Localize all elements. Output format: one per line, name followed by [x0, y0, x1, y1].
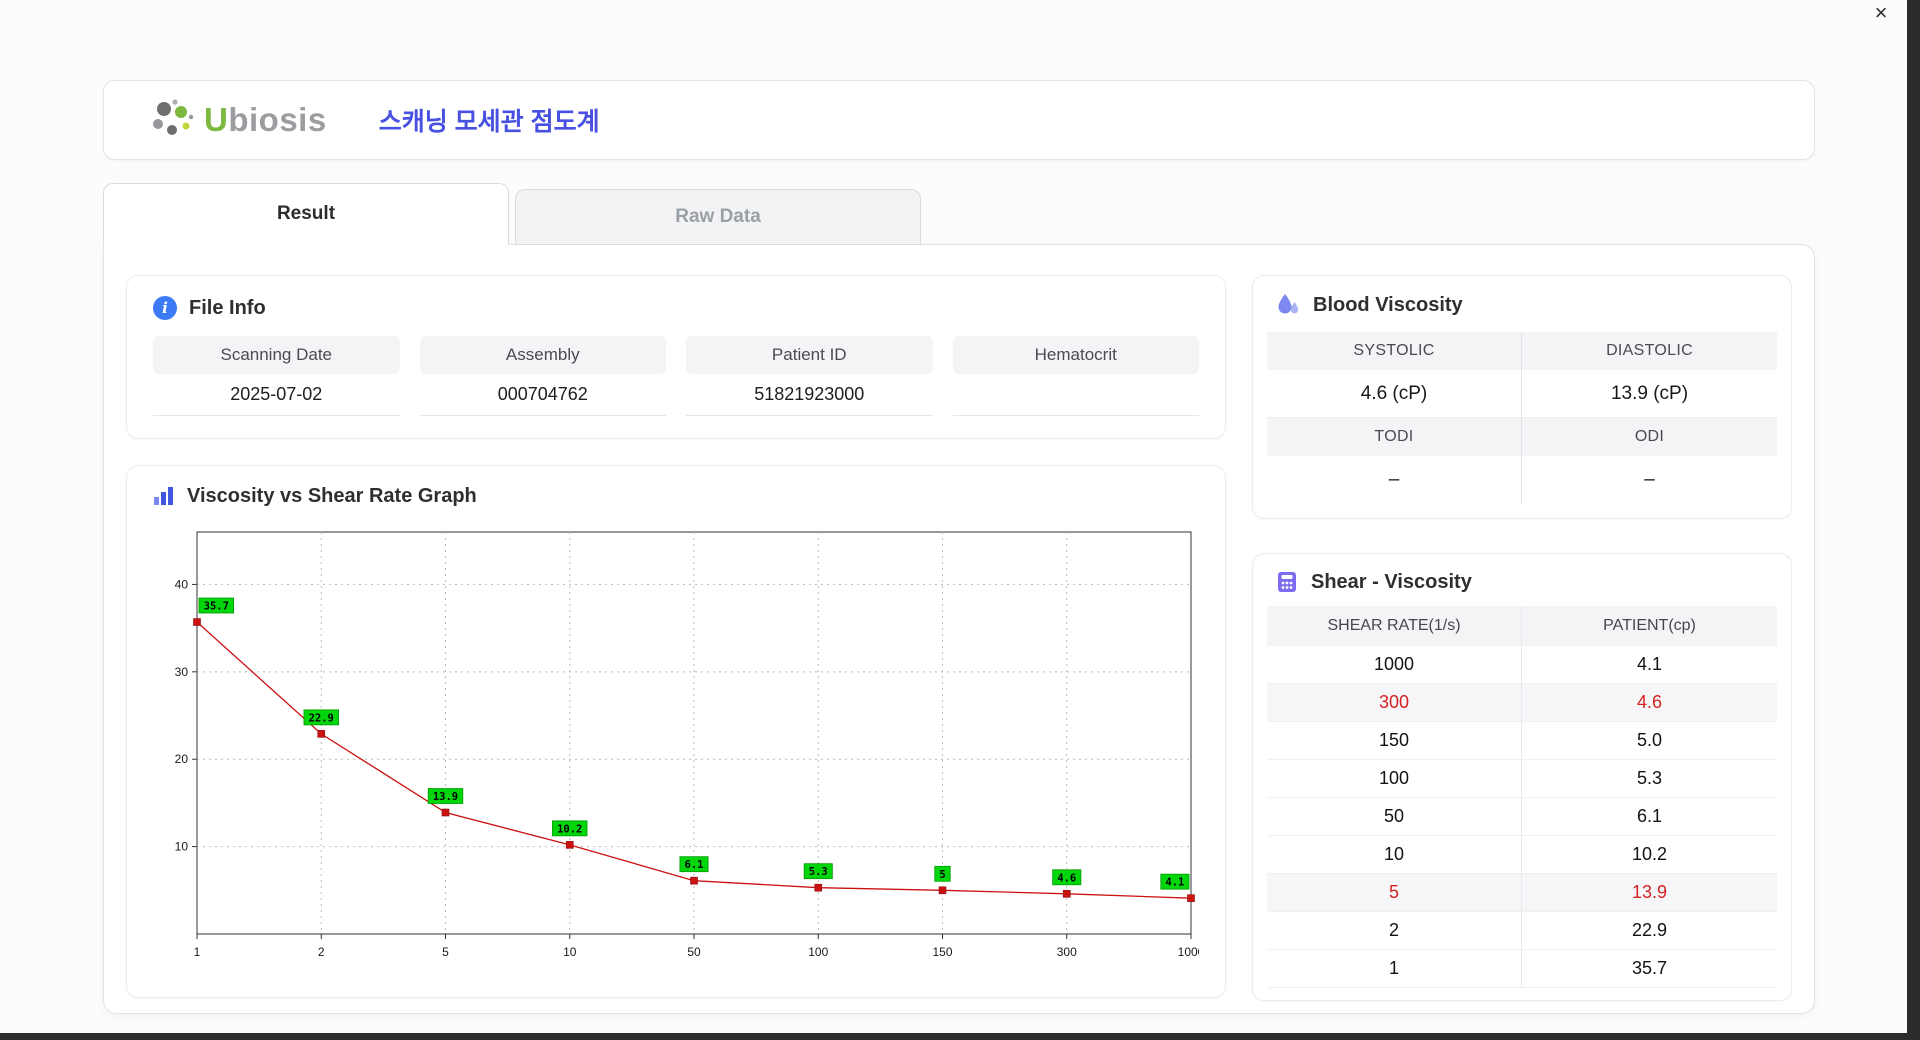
- table-cell-patient: 6.1: [1522, 798, 1777, 836]
- graph-panel: Viscosity vs Shear Rate Graph 10 20 30 40 1 2…: [126, 465, 1226, 998]
- table-cell-patient: 10.2: [1522, 836, 1777, 874]
- file-info-title: File Info: [189, 296, 266, 319]
- file-info-field: Hematocrit: [952, 336, 1199, 416]
- svg-text:5: 5: [939, 869, 945, 881]
- shear-viscosity-panel: Shear - Viscosity SHEAR RATE(1/s) PATIENT…: [1252, 553, 1792, 1001]
- table-cell-shear-rate: 100: [1267, 760, 1522, 798]
- tab-bar: Result Raw Data: [103, 182, 1815, 245]
- table-column-header: SHEAR RATE(1/s): [1267, 606, 1522, 646]
- logo-dots-icon: [148, 99, 196, 141]
- bv-header-cell: SYSTOLIC: [1267, 332, 1522, 370]
- table-cell-shear-rate: 150: [1267, 722, 1522, 760]
- field-label: Patient ID: [686, 336, 933, 374]
- tab-result[interactable]: Result: [103, 183, 509, 245]
- graph-title-row: Viscosity vs Shear Rate Graph: [151, 484, 1201, 508]
- svg-text:40: 40: [175, 577, 189, 591]
- svg-text:50: 50: [687, 945, 701, 959]
- field-label: Scanning Date: [153, 336, 400, 374]
- table-cell-shear-rate: 300: [1267, 684, 1522, 722]
- file-info-field: Assembly 000704762: [419, 336, 666, 416]
- svg-text:35.7: 35.7: [204, 601, 229, 613]
- file-info-field: Scanning Date 2025-07-02: [153, 336, 400, 416]
- field-value: 2025-07-02: [153, 374, 400, 416]
- svg-text:5: 5: [442, 945, 449, 959]
- header-card: Ubiosis 스캐닝 모세관 점도계: [103, 80, 1815, 160]
- left-column: i File Info Scanning Date 2025-07-02 Assem…: [126, 275, 1226, 998]
- table-cell-patient: 5.3: [1522, 760, 1777, 798]
- file-info-field: Patient ID 51821923000: [686, 336, 933, 416]
- blood-viscosity-title: Blood Viscosity: [1313, 293, 1463, 316]
- table-cell-patient: 35.7: [1522, 950, 1777, 988]
- viscosity-chart: 10 20 30 40 1 2 5 10 50 100 150 300 1000 35.7 22.9 13.9…: [151, 520, 1205, 979]
- svg-text:6.1: 6.1: [685, 859, 704, 871]
- table-cell-shear-rate: 1000: [1267, 646, 1522, 684]
- svg-text:13.9: 13.9: [433, 791, 458, 803]
- file-info-title-row: i File Info: [153, 296, 1199, 320]
- svg-text:1: 1: [194, 945, 201, 959]
- svg-text:22.9: 22.9: [309, 712, 334, 724]
- calculator-icon: [1275, 570, 1299, 594]
- table-cell-patient: 5.0: [1522, 722, 1777, 760]
- blood-viscosity-title-row: Blood Viscosity: [1267, 292, 1777, 318]
- bv-value-cell: –: [1644, 469, 1655, 490]
- field-value: 51821923000: [686, 374, 933, 416]
- svg-text:2: 2: [318, 945, 325, 959]
- svg-text:150: 150: [932, 945, 952, 959]
- file-info-panel: i File Info Scanning Date 2025-07-02 Assem…: [126, 275, 1226, 439]
- svg-text:10.2: 10.2: [557, 823, 582, 835]
- shear-viscosity-table: SHEAR RATE(1/s) PATIENT(cp) 1000 4.1 300 4.6 1…: [1267, 606, 1777, 988]
- svg-text:100: 100: [808, 945, 828, 959]
- tab-raw-data[interactable]: Raw Data: [515, 189, 921, 245]
- bv-header-cell: ODI: [1522, 418, 1777, 456]
- svg-text:10: 10: [563, 945, 577, 959]
- table-cell-shear-rate: 50: [1267, 798, 1522, 836]
- field-value: 000704762: [419, 374, 666, 416]
- droplet-icon: [1275, 292, 1301, 318]
- ubiosis-logo: Ubiosis: [148, 99, 327, 141]
- result-content-card: i File Info Scanning Date 2025-07-02 Assem…: [103, 244, 1815, 1014]
- bv-value-cell: 4.6 (cP): [1267, 370, 1522, 418]
- info-icon: i: [153, 296, 177, 320]
- svg-text:4.1: 4.1: [1165, 877, 1184, 889]
- table-cell-patient: 4.1: [1522, 646, 1777, 684]
- svg-text:20: 20: [175, 752, 189, 766]
- table-cell-patient: 22.9: [1522, 912, 1777, 950]
- shear-viscosity-title-row: Shear - Viscosity: [1267, 570, 1777, 594]
- svg-text:1000: 1000: [1178, 945, 1199, 959]
- field-value: [952, 374, 1199, 416]
- table-cell-patient: 13.9: [1522, 874, 1777, 912]
- close-icon[interactable]: ×: [1867, 0, 1895, 28]
- field-label: Hematocrit: [952, 336, 1199, 374]
- right-column: Blood Viscosity SYSTOLIC DIASTOLIC 4.6 (cP…: [1252, 275, 1792, 1001]
- shear-viscosity-title: Shear - Viscosity: [1311, 570, 1472, 593]
- graph-title: Viscosity vs Shear Rate Graph: [187, 484, 477, 507]
- table-cell-shear-rate: 1: [1267, 950, 1522, 988]
- page-title: 스캐닝 모세관 점도계: [378, 108, 600, 136]
- svg-text:10: 10: [175, 840, 189, 854]
- bar-chart-icon: [151, 484, 175, 508]
- svg-text:300: 300: [1057, 945, 1077, 959]
- blood-viscosity-grid: SYSTOLIC DIASTOLIC 4.6 (cP) 13.9 (cP) TODI OD…: [1267, 332, 1777, 504]
- table-cell-shear-rate: 10: [1267, 836, 1522, 874]
- bv-value-cell: –: [1267, 456, 1522, 504]
- logo-rest: biosis: [228, 101, 327, 138]
- svg-text:30: 30: [175, 665, 189, 679]
- viscosity-chart-svg: 10 20 30 40 1 2 5 10 50 100 150 300 1000 35.7 22.9 13.9…: [175, 531, 1205, 959]
- logo-text: Ubiosis: [204, 101, 327, 139]
- table-column-header: PATIENT(cp): [1522, 606, 1777, 646]
- bv-header-cell: DIASTOLIC: [1522, 332, 1777, 370]
- table-cell-patient: 4.6: [1522, 684, 1777, 722]
- logo-letter-u: U: [204, 101, 229, 138]
- bv-value-cell: 13.9 (cP): [1522, 370, 1777, 418]
- field-label: Assembly: [419, 336, 666, 374]
- blood-viscosity-panel: Blood Viscosity SYSTOLIC DIASTOLIC 4.6 (cP…: [1252, 275, 1792, 519]
- svg-text:4.6: 4.6: [1057, 872, 1076, 884]
- table-cell-shear-rate: 2: [1267, 912, 1522, 950]
- app-window: × Ubiosis 스캐닝 모세관 점도계 Result Raw Data i …: [0, 0, 1907, 1033]
- table-cell-shear-rate: 5: [1267, 874, 1522, 912]
- file-info-fields: Scanning Date 2025-07-02 Assembly 000704762…: [153, 336, 1199, 416]
- svg-text:5.3: 5.3: [809, 866, 828, 878]
- main-container: Ubiosis 스캐닝 모세관 점도계 Result Raw Data i Fi…: [103, 80, 1815, 1014]
- bv-header-cell: TODI: [1267, 418, 1522, 456]
